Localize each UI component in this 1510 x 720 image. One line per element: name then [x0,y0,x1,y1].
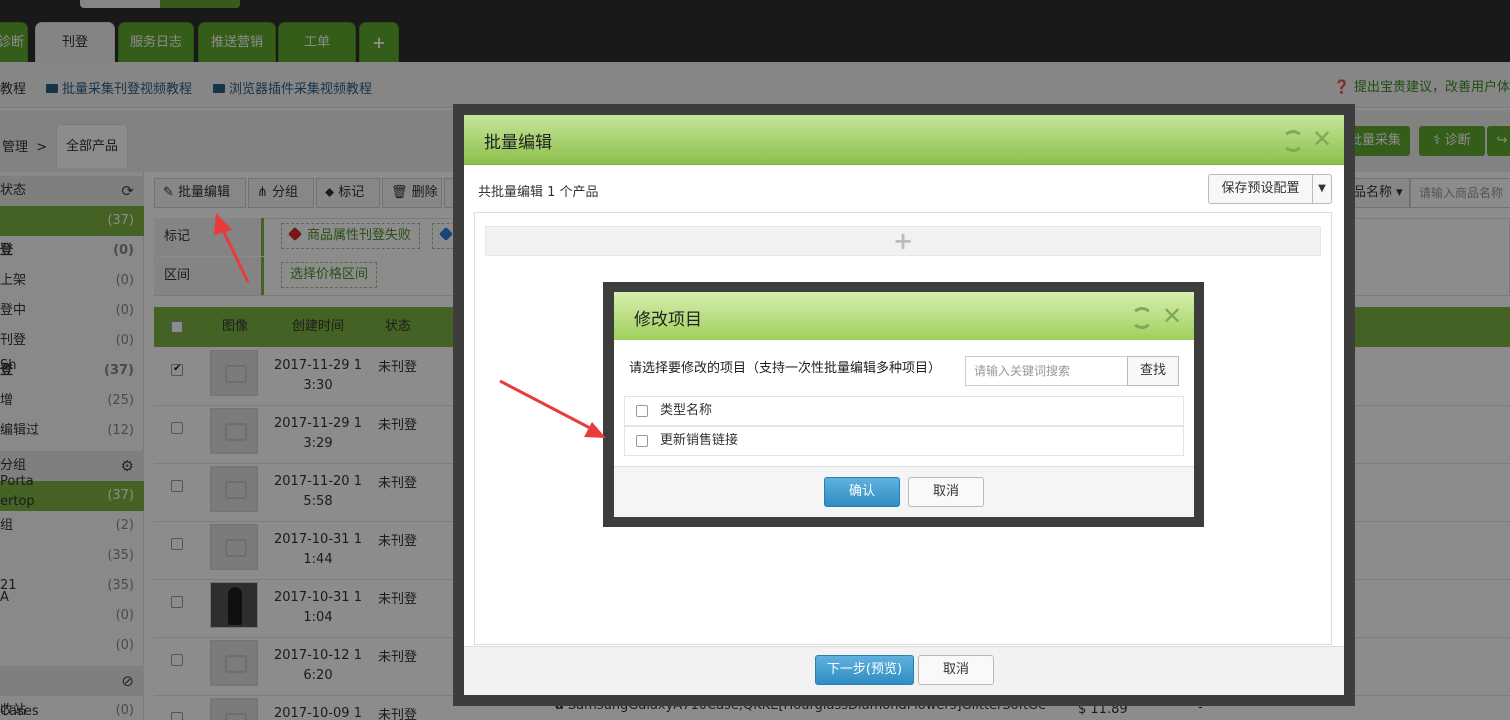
annotation-arrows [214,213,606,438]
arrow-to-options [499,379,606,438]
arrow-to-batch-edit [214,213,250,283]
